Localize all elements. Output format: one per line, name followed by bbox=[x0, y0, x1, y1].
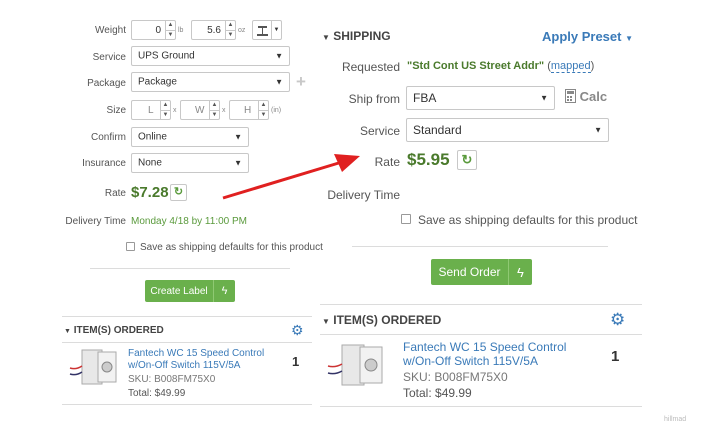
size-unit: (in) bbox=[271, 107, 282, 114]
right-product-name-link[interactable]: Fantech WC 15 Speed Control w/On-Off Swi… bbox=[403, 340, 566, 368]
requested-label: Requested bbox=[341, 60, 400, 74]
scale-icon bbox=[257, 26, 268, 36]
right-product-sku: SKU: B008FM75X0 bbox=[403, 370, 508, 384]
right-save-defaults-checkbox[interactable] bbox=[401, 214, 411, 224]
divider bbox=[352, 246, 608, 247]
delivery-time-label: Delivery Time bbox=[65, 216, 126, 227]
requested-service: "Std Cont US Street Addr" (mapped) bbox=[407, 60, 595, 73]
product-sku: SKU: B008FM75X0 bbox=[128, 374, 216, 385]
height-stepper[interactable]: ▲ ▼ bbox=[258, 101, 268, 119]
divider bbox=[320, 304, 642, 305]
create-label-button[interactable]: Create Label ϟ bbox=[145, 280, 235, 302]
package-label: Package bbox=[87, 78, 126, 89]
chevron-down-icon: ▼ bbox=[625, 34, 634, 43]
product-qty: 1 bbox=[292, 354, 300, 369]
bolt-icon: ϟ bbox=[213, 280, 235, 302]
product-image bbox=[69, 349, 117, 385]
rate-value: $7.28 bbox=[131, 184, 169, 201]
refresh-icon: ↻ bbox=[461, 152, 473, 167]
oz-unit: oz bbox=[238, 27, 246, 34]
product-image bbox=[327, 344, 383, 386]
weight-lb-input[interactable]: 0 ▲ ▼ bbox=[131, 20, 176, 40]
refresh-rate-button[interactable]: ↻ bbox=[170, 184, 187, 201]
refresh-icon: ↻ bbox=[173, 186, 184, 198]
confirm-select[interactable]: Online ▼ bbox=[131, 127, 249, 147]
right-refresh-rate-button[interactable]: ↻ bbox=[457, 150, 477, 170]
right-rate-label: Rate bbox=[374, 155, 400, 169]
divider bbox=[320, 406, 642, 407]
service-label: Service bbox=[92, 52, 126, 63]
size-sep: x bbox=[173, 107, 177, 114]
right-rate-value: $5.95 bbox=[407, 150, 450, 169]
weight-lb-stepper[interactable]: ▲ ▼ bbox=[165, 21, 175, 39]
right-product-total: Total: $49.99 bbox=[403, 386, 472, 400]
divider bbox=[62, 342, 312, 343]
chevron-down-icon: ▼ bbox=[271, 21, 281, 39]
width-stepper[interactable]: ▲ ▼ bbox=[209, 101, 219, 119]
save-defaults-checkbox[interactable] bbox=[126, 242, 135, 251]
chevron-down-icon: ▼ bbox=[275, 51, 283, 61]
apply-preset-dropdown[interactable]: Apply Preset ▼ bbox=[542, 29, 633, 44]
gear-icon[interactable]: ⚙ bbox=[291, 322, 304, 339]
watermark: hillmad bbox=[664, 416, 687, 423]
chevron-down-icon: ▼ bbox=[322, 33, 330, 42]
divider bbox=[90, 268, 290, 269]
bolt-icon: ϟ bbox=[508, 259, 532, 285]
chevron-down-icon: ▼ bbox=[322, 317, 330, 326]
weight-oz-stepper[interactable]: ▲ ▼ bbox=[225, 21, 235, 39]
right-service-select[interactable]: Standard ▼ bbox=[406, 118, 609, 142]
ship-from-select[interactable]: FBA ▼ bbox=[406, 86, 555, 110]
length-stepper[interactable]: ▲ ▼ bbox=[160, 101, 170, 119]
size-width-input[interactable]: W ▲ ▼ bbox=[180, 100, 220, 120]
right-delivery-time-label: Delivery Time bbox=[327, 188, 400, 202]
divider bbox=[320, 334, 642, 335]
lb-unit: lb bbox=[178, 27, 184, 34]
chevron-down-icon: ▼ bbox=[594, 125, 602, 135]
right-service-label: Service bbox=[359, 124, 400, 138]
weight-oz-input[interactable]: 5.6 ▲ ▼ bbox=[191, 20, 236, 40]
chevron-down-icon: ▼ bbox=[234, 132, 242, 142]
confirm-label: Confirm bbox=[90, 132, 126, 143]
mapped-link[interactable]: mapped bbox=[550, 60, 591, 73]
package-select[interactable]: Package ▼ bbox=[131, 72, 290, 92]
rate-label: Rate bbox=[104, 188, 126, 199]
weight-label: Weight bbox=[95, 25, 126, 36]
items-ordered-header[interactable]: ▼ ITEM(S) ORDERED bbox=[64, 325, 164, 336]
delivery-time-value: Monday 4/18 by 11:00 PM bbox=[131, 216, 247, 227]
size-sep: x bbox=[222, 107, 226, 114]
chevron-down-icon: ▼ bbox=[275, 77, 283, 87]
size-length-input[interactable]: L ▲ ▼ bbox=[131, 100, 171, 120]
right-items-ordered-header[interactable]: ▼ ITEM(S) ORDERED bbox=[322, 313, 441, 327]
insurance-label: Insurance bbox=[82, 158, 126, 169]
divider bbox=[62, 404, 312, 405]
add-package-icon[interactable]: + bbox=[296, 72, 306, 92]
service-select[interactable]: UPS Ground ▼ bbox=[131, 46, 290, 66]
divider bbox=[62, 316, 312, 317]
right-save-defaults-label: Save as shipping defaults for this produ… bbox=[418, 213, 638, 227]
ship-from-label: Ship from bbox=[348, 92, 400, 106]
right-product-qty: 1 bbox=[611, 348, 620, 365]
scale-button[interactable]: ▼ bbox=[252, 20, 282, 40]
send-order-button[interactable]: Send Order ϟ bbox=[431, 259, 532, 285]
calc-button[interactable]: Calc bbox=[565, 89, 607, 104]
product-total: Total: $49.99 bbox=[128, 388, 186, 399]
gear-icon[interactable]: ⚙ bbox=[610, 310, 625, 330]
chevron-down-icon: ▼ bbox=[540, 93, 548, 103]
chevron-down-icon: ▼ bbox=[64, 328, 71, 335]
calculator-icon bbox=[565, 89, 576, 103]
size-label: Size bbox=[106, 105, 126, 116]
size-height-input[interactable]: H ▲ ▼ bbox=[229, 100, 269, 120]
save-defaults-label: Save as shipping defaults for this produ… bbox=[140, 242, 323, 253]
shipping-header[interactable]: ▼ SHIPPING bbox=[322, 29, 391, 43]
product-name-link[interactable]: Fantech WC 15 Speed Control w/On-Off Swi… bbox=[128, 348, 264, 372]
